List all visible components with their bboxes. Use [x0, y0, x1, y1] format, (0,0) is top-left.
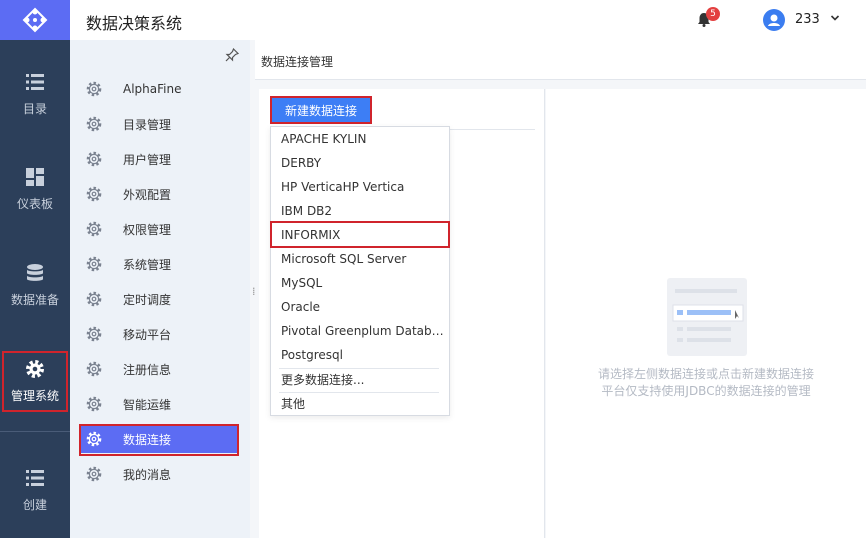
sidebar-item-permission-management[interactable]: 权限管理	[79, 215, 239, 243]
sidebar-item-label: 定时调度	[123, 292, 172, 307]
chevron-down-icon[interactable]	[830, 13, 840, 23]
highlight-frame	[270, 221, 450, 248]
sidebar-item-label: 权限管理	[123, 222, 172, 237]
sidebar-item-label: 移动平台	[123, 327, 172, 342]
sidebar-item-label: AlphaFine	[123, 82, 182, 96]
sidebar-item-label: 目录管理	[123, 117, 172, 132]
sidebar-item-label: 用户管理	[123, 152, 172, 167]
dropdown-item[interactable]: HP VerticaHP Vertica	[281, 175, 446, 199]
dropdown-item[interactable]: DERBY	[281, 151, 446, 175]
sidebar-item-label: 注册信息	[123, 362, 172, 377]
gear-icon	[86, 116, 102, 132]
top-header: 数据决策系统 5 233	[70, 0, 866, 40]
dropdown-item[interactable]: APACHE KYLIN	[281, 127, 446, 151]
other-item[interactable]: 其他	[281, 392, 446, 416]
breadcrumb-bar: 数据连接管理	[255, 40, 866, 80]
gear-icon	[86, 151, 102, 167]
app-logo[interactable]	[0, 0, 70, 40]
gear-icon	[86, 186, 102, 202]
more-connections-item[interactable]: 更多数据连接...	[281, 368, 446, 392]
empty-state-hint: 平台仅支持使用JDBC的数据连接的管理	[601, 384, 811, 398]
sidebar-item-smart-ops[interactable]: 智能运维	[79, 390, 239, 418]
sidebar-item-alphafine[interactable]: AlphaFine	[79, 75, 239, 103]
dropdown-item[interactable]: Pivotal Greenplum Databa...	[281, 319, 446, 343]
rail-item-data-prep[interactable]: 数据准备	[0, 263, 70, 308]
gear-icon	[86, 466, 102, 482]
gear-icon	[86, 326, 102, 342]
new-connection-dropdown: APACHE KYLIN DERBY HP VerticaHP Vertica …	[270, 126, 450, 416]
rail-divider	[0, 431, 70, 432]
dropdown-item[interactable]: Oracle	[281, 295, 446, 319]
sidebar-item-schedule[interactable]: 定时调度	[79, 285, 239, 313]
list-icon	[26, 470, 44, 486]
sidebar-item-system-management[interactable]: 系统管理	[79, 250, 239, 278]
dropdown-item[interactable]: Microsoft SQL Server	[281, 247, 446, 271]
rail-item-dashboard[interactable]: 仪表板	[0, 167, 70, 212]
list-icon	[26, 74, 44, 90]
dashboard-icon	[26, 168, 44, 186]
rail-item-label: 目录	[22, 102, 47, 116]
highlight-frame	[270, 96, 372, 124]
sidebar-item-label: 我的消息	[123, 467, 172, 482]
empty-state-text: 请选择左侧数据连接或点击新建数据连接	[597, 367, 814, 381]
pin-icon[interactable]	[225, 48, 239, 62]
gear-icon	[86, 361, 102, 377]
rail-item-create[interactable]: 创建	[0, 468, 70, 513]
highlight-frame	[79, 424, 239, 456]
sidebar-item-registration-info[interactable]: 注册信息	[79, 355, 239, 383]
rail-item-label: 创建	[22, 498, 47, 512]
sidebar-item-mobile-platform[interactable]: 移动平台	[79, 320, 239, 348]
main-nav-rail: 目录 仪表板 数据准备 管理系统 创建	[0, 0, 70, 538]
sidebar-item-my-messages[interactable]: 我的消息	[79, 460, 239, 488]
empty-state-illustration	[667, 278, 747, 356]
highlight-frame	[2, 351, 68, 412]
user-icon	[768, 14, 780, 26]
sidebar-item-label: 系统管理	[123, 257, 172, 272]
database-icon	[27, 264, 43, 281]
notification-badge: 5	[706, 7, 720, 21]
sidebar-item-label: 智能运维	[123, 397, 172, 412]
dropdown-item[interactable]: Postgresql	[281, 343, 446, 367]
logo-icon	[22, 7, 48, 33]
rail-item-label: 仪表板	[16, 197, 53, 211]
breadcrumb: 数据连接管理	[261, 55, 334, 69]
gear-icon	[86, 256, 102, 272]
gear-icon	[86, 291, 102, 307]
resize-handle[interactable]: ⁞	[252, 286, 256, 297]
sidebar-item-catalog-management[interactable]: 目录管理	[79, 110, 239, 138]
sidebar-item-user-management[interactable]: 用户管理	[79, 145, 239, 173]
gear-icon	[86, 221, 102, 237]
user-name[interactable]: 233	[795, 12, 820, 27]
dropdown-item[interactable]: MySQL	[281, 271, 446, 295]
sidebar-item-label: 外观配置	[123, 187, 172, 202]
gear-icon	[86, 81, 102, 97]
avatar[interactable]	[763, 9, 785, 31]
rail-item-label: 数据准备	[10, 293, 59, 307]
dropdown-item[interactable]: IBM DB2	[281, 199, 446, 223]
gear-icon	[86, 396, 102, 412]
app-title: 数据决策系统	[86, 14, 183, 33]
rail-item-catalog[interactable]: 目录	[0, 72, 70, 117]
sidebar-item-appearance-config[interactable]: 外观配置	[79, 180, 239, 208]
